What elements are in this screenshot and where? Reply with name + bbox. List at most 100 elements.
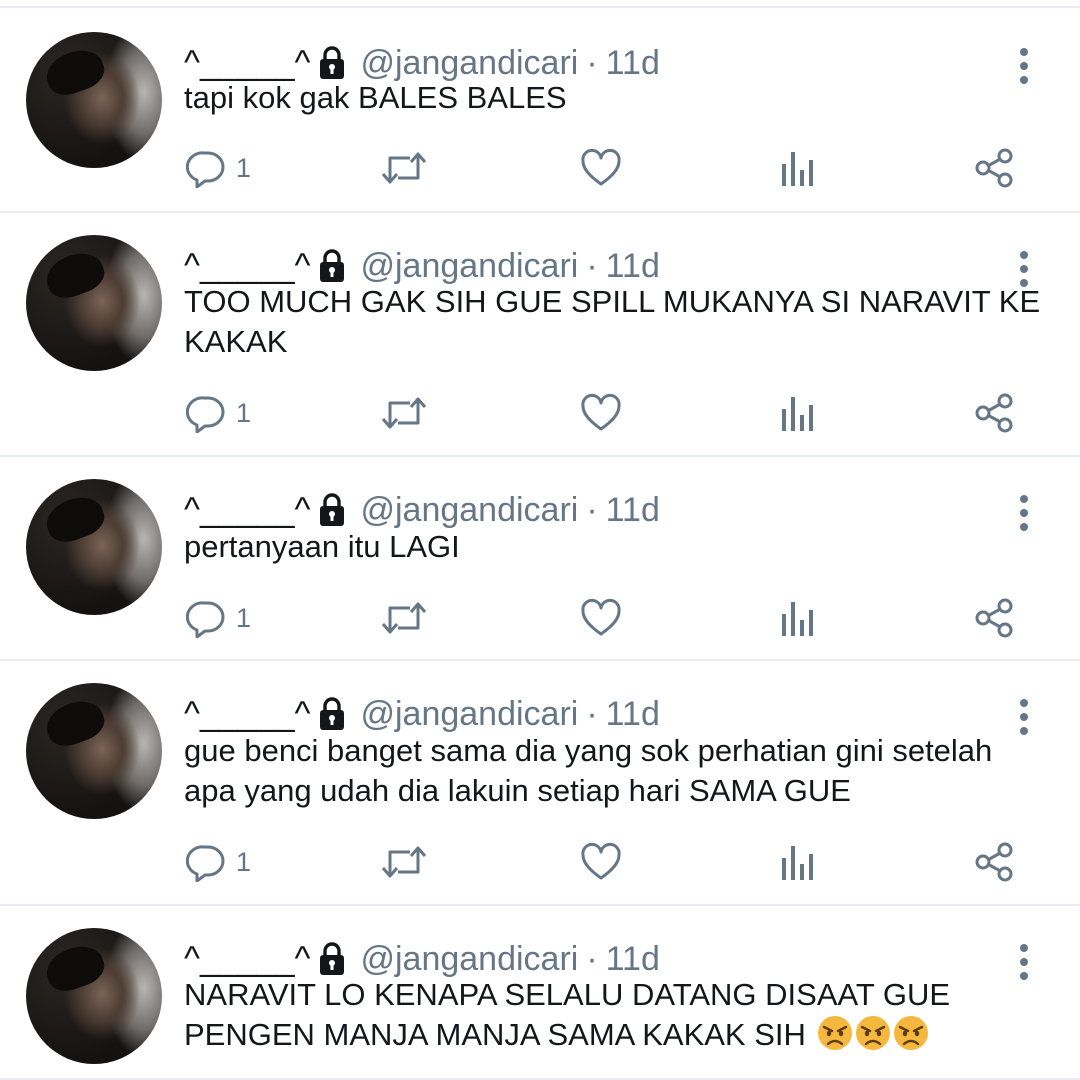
like-button[interactable] bbox=[580, 143, 622, 193]
analytics-button[interactable] bbox=[780, 837, 816, 887]
share-button[interactable] bbox=[974, 143, 1014, 193]
share-icon bbox=[974, 842, 1014, 882]
heart-icon bbox=[580, 598, 622, 638]
retweet-icon bbox=[380, 598, 428, 638]
lock-icon bbox=[318, 249, 346, 283]
analytics-button[interactable] bbox=[780, 593, 816, 643]
heart-icon bbox=[580, 393, 622, 433]
like-button[interactable] bbox=[580, 388, 622, 438]
tweet[interactable]: ^_____^ @jangandicari · 11d NARAVIT LO K… bbox=[0, 906, 1080, 1080]
share-icon bbox=[974, 598, 1014, 638]
avatar[interactable] bbox=[26, 928, 162, 1064]
display-name[interactable]: ^_____^ bbox=[184, 247, 310, 286]
tweet[interactable]: ^_____^ @jangandicari · 11d tapi kok gak… bbox=[0, 10, 1080, 213]
tweet[interactable]: ^_____^ @jangandicari · 11d pertanyaan i… bbox=[0, 457, 1080, 661]
analytics-icon bbox=[780, 842, 816, 882]
tweet-text-line: pertanyaan itu LAGI bbox=[184, 527, 1064, 567]
top-divider bbox=[0, 0, 1080, 8]
reply-count: 1 bbox=[236, 152, 252, 183]
retweet-button[interactable] bbox=[380, 143, 428, 193]
like-button[interactable] bbox=[580, 593, 622, 643]
separator-dot: · bbox=[586, 939, 598, 978]
retweet-icon bbox=[380, 842, 428, 882]
timestamp[interactable]: 11d bbox=[606, 44, 660, 83]
handle[interactable]: @jangandicari bbox=[360, 940, 578, 979]
lock-icon bbox=[318, 942, 346, 976]
retweet-icon bbox=[380, 148, 428, 188]
analytics-icon bbox=[780, 598, 816, 638]
tweet-text: TOO MUCH GAK SIH GUE SPILL MUKANYA SI NA… bbox=[184, 284, 1041, 319]
reply-icon bbox=[186, 598, 226, 638]
heart-icon bbox=[580, 842, 622, 882]
tweet-text: KAKAK bbox=[184, 324, 288, 359]
reply-button[interactable]: 1 bbox=[186, 837, 251, 887]
angry-face-emoji bbox=[855, 1015, 891, 1051]
retweet-button[interactable] bbox=[380, 388, 428, 438]
lock-icon bbox=[318, 697, 346, 731]
timestamp[interactable]: 11d bbox=[606, 940, 660, 979]
tweet-text: pertanyaan itu LAGI bbox=[184, 529, 460, 564]
tweet-text: tapi kok gak BALES BALES bbox=[184, 80, 567, 115]
lock-icon bbox=[318, 493, 346, 527]
lock-icon bbox=[318, 46, 346, 80]
timestamp[interactable]: 11d bbox=[606, 695, 660, 734]
tweet-text-line: TOO MUCH GAK SIH GUE SPILL MUKANYA SI NA… bbox=[184, 282, 1064, 322]
reply-button[interactable]: 1 bbox=[186, 143, 251, 193]
retweet-button[interactable] bbox=[380, 837, 428, 887]
tweet[interactable]: ^_____^ @jangandicari · 11d TOO MUCH GAK… bbox=[0, 213, 1080, 457]
tweet-text: apa yang udah dia lakuin setiap hari SAM… bbox=[184, 773, 851, 808]
reply-icon bbox=[186, 842, 226, 882]
separator-dot: · bbox=[586, 490, 598, 529]
tweet-text-line: gue benci banget sama dia yang sok perha… bbox=[184, 731, 1064, 771]
avatar[interactable] bbox=[26, 235, 162, 371]
analytics-icon bbox=[780, 148, 816, 188]
display-name[interactable]: ^_____^ bbox=[184, 44, 310, 83]
heart-icon bbox=[580, 148, 622, 188]
timestamp[interactable]: 11d bbox=[606, 247, 660, 286]
separator-dot: · bbox=[586, 694, 598, 733]
analytics-button[interactable] bbox=[780, 143, 816, 193]
reply-count: 1 bbox=[236, 397, 252, 428]
share-button[interactable] bbox=[974, 593, 1014, 643]
retweet-button[interactable] bbox=[380, 593, 428, 643]
reply-icon bbox=[186, 148, 226, 188]
angry-face-emoji bbox=[817, 1015, 853, 1051]
reply-button[interactable]: 1 bbox=[186, 593, 251, 643]
tweet-text-line: apa yang udah dia lakuin setiap hari SAM… bbox=[184, 771, 1064, 811]
tweet-text: gue benci banget sama dia yang sok perha… bbox=[184, 733, 993, 768]
share-button[interactable] bbox=[974, 388, 1014, 438]
share-icon bbox=[974, 393, 1014, 433]
tweet-text-line: tapi kok gak BALES BALES bbox=[184, 78, 1064, 118]
tweet-actions: 1 bbox=[0, 837, 1080, 887]
display-name[interactable]: ^_____^ bbox=[184, 695, 310, 734]
handle[interactable]: @jangandicari bbox=[360, 247, 578, 286]
separator-dot: · bbox=[586, 246, 598, 285]
tweet-text-line: KAKAK bbox=[184, 322, 1064, 362]
handle[interactable]: @jangandicari bbox=[360, 695, 578, 734]
handle[interactable]: @jangandicari bbox=[360, 44, 578, 83]
reply-icon bbox=[186, 393, 226, 433]
share-button[interactable] bbox=[974, 837, 1014, 887]
tweet-actions: 1 bbox=[0, 593, 1080, 643]
tweet-text: PENGEN MANJA MANJA SAMA KAKAK SIH bbox=[184, 1017, 806, 1052]
tweet-actions: 1 bbox=[0, 143, 1080, 193]
like-button[interactable] bbox=[580, 837, 622, 887]
tweet-text: NARAVIT LO KENAPA SELALU DATANG DISAAT G… bbox=[184, 977, 951, 1012]
reply-button[interactable]: 1 bbox=[186, 388, 251, 438]
analytics-icon bbox=[780, 393, 816, 433]
retweet-icon bbox=[380, 393, 428, 433]
share-icon bbox=[974, 148, 1014, 188]
analytics-button[interactable] bbox=[780, 388, 816, 438]
separator-dot: · bbox=[586, 43, 598, 82]
tweet-text-line: PENGEN MANJA MANJA SAMA KAKAK SIH bbox=[184, 1015, 1064, 1055]
reply-count: 1 bbox=[236, 846, 252, 877]
handle[interactable]: @jangandicari bbox=[360, 491, 578, 530]
tweet-text-line: NARAVIT LO KENAPA SELALU DATANG DISAAT G… bbox=[184, 975, 1064, 1015]
timestamp[interactable]: 11d bbox=[606, 491, 660, 530]
tweet-actions: 1 bbox=[0, 388, 1080, 438]
tweet[interactable]: ^_____^ @jangandicari · 11d gue benci ba… bbox=[0, 661, 1080, 906]
avatar[interactable] bbox=[26, 683, 162, 819]
display-name[interactable]: ^_____^ bbox=[184, 491, 310, 530]
reply-count: 1 bbox=[236, 602, 252, 633]
display-name[interactable]: ^_____^ bbox=[184, 940, 310, 979]
